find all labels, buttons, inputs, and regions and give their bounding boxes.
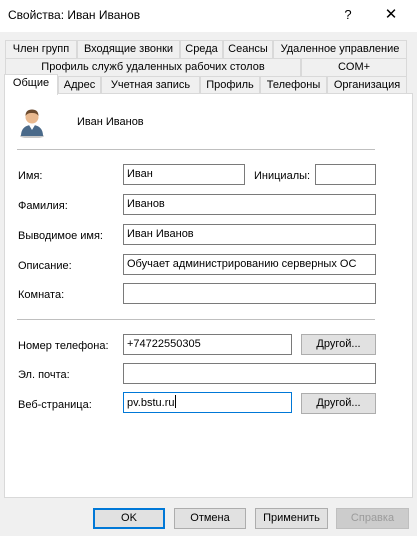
apply-button[interactable]: Применить [255, 508, 328, 529]
title-bar: Свойства: Иван Иванов ? ✕ [0, 0, 417, 32]
separator [17, 319, 375, 320]
user-display-name: Иван Иванов [77, 116, 144, 128]
user-avatar-icon [20, 109, 44, 138]
email-label: Эл. почта: [18, 369, 70, 381]
tab-member-of[interactable]: Член групп [5, 40, 77, 58]
separator [17, 149, 375, 150]
email-field[interactable] [123, 363, 376, 384]
tab-address[interactable]: Адрес [58, 76, 101, 94]
first-name-label: Имя: [18, 170, 43, 182]
tab-profile[interactable]: Профиль [200, 76, 260, 94]
web-page-field[interactable]: pv.bstu.ru [123, 392, 292, 413]
description-label: Описание: [18, 260, 72, 272]
tab-organization[interactable]: Организация [327, 76, 407, 94]
web-other-button[interactable]: Другой... [301, 393, 376, 414]
close-icon[interactable]: ✕ [373, 3, 409, 27]
initials-field[interactable] [315, 164, 376, 185]
tab-dial-in[interactable]: Входящие звонки [77, 40, 180, 58]
description-field[interactable]: Обучает администрированию серверных ОС [123, 254, 376, 275]
office-label: Комната: [18, 289, 65, 301]
tab-remote-control[interactable]: Удаленное управление [273, 40, 407, 58]
office-field[interactable] [123, 283, 376, 304]
tab-sessions[interactable]: Сеансы [223, 40, 273, 58]
tab-environment[interactable]: Среда [180, 40, 223, 58]
last-name-label: Фамилия: [18, 200, 68, 212]
tab-com-plus[interactable]: COM+ [301, 58, 407, 76]
web-page-label: Веб-страница: [18, 399, 92, 411]
tab-telephones[interactable]: Телефоны [260, 76, 327, 94]
display-name-field[interactable]: Иван Иванов [123, 224, 376, 245]
phone-field[interactable]: +74722550305 [123, 334, 292, 355]
ok-button[interactable]: OK [93, 508, 165, 529]
phone-other-button[interactable]: Другой... [301, 334, 376, 355]
web-page-value: pv.bstu.ru [127, 397, 175, 409]
help-icon[interactable]: ? [333, 3, 363, 27]
tab-general[interactable]: Общие [4, 74, 58, 95]
help-button: Справка [336, 508, 409, 529]
window-title: Свойства: Иван Иванов [8, 8, 141, 22]
initials-label: Инициалы: [254, 170, 311, 182]
last-name-field[interactable]: Иванов [123, 194, 376, 215]
display-name-label: Выводимое имя: [18, 230, 103, 242]
text-caret [174, 395, 176, 408]
phone-label: Номер телефона: [18, 340, 109, 352]
cancel-button[interactable]: Отмена [174, 508, 246, 529]
tab-account[interactable]: Учетная запись [101, 76, 200, 94]
first-name-field[interactable]: Иван [123, 164, 245, 185]
